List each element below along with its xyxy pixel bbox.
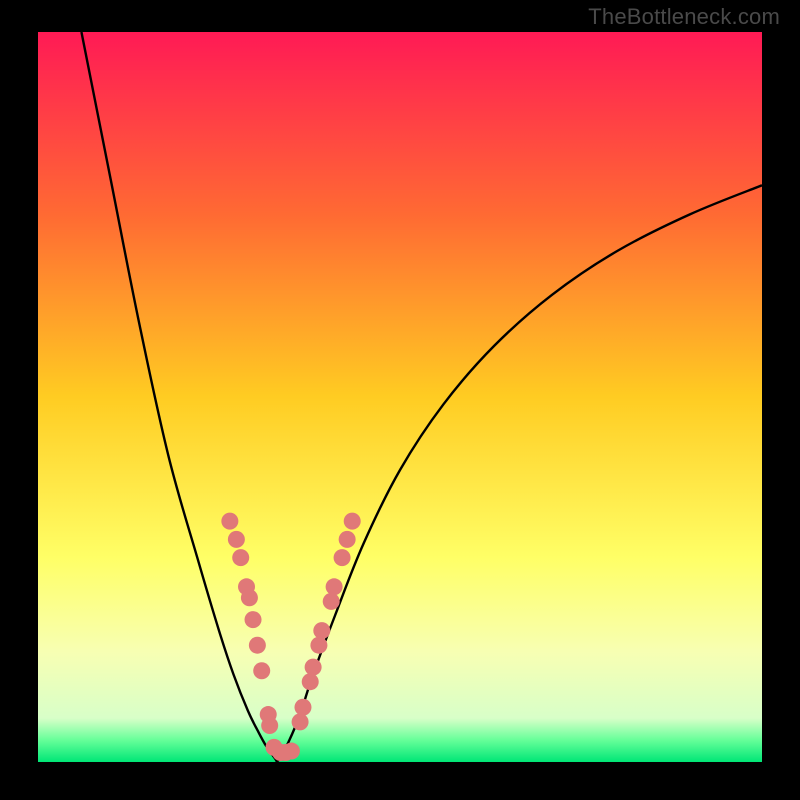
highlight-dot [232, 549, 249, 566]
chart-container: TheBottleneck.com [0, 0, 800, 800]
highlight-dot [310, 637, 327, 654]
highlight-dot [292, 713, 309, 730]
highlight-dot [253, 662, 270, 679]
watermark-text: TheBottleneck.com [588, 4, 780, 30]
highlight-dot [313, 622, 330, 639]
highlight-dot [228, 531, 245, 548]
highlight-dot [334, 549, 351, 566]
highlight-dot [221, 513, 238, 530]
highlight-dot [261, 717, 278, 734]
gradient-background [38, 32, 762, 762]
chart-svg [38, 32, 762, 762]
highlight-dot [249, 637, 266, 654]
highlight-dot [326, 578, 343, 595]
highlight-dot [245, 611, 262, 628]
highlight-dot [344, 513, 361, 530]
highlight-dot [339, 531, 356, 548]
highlight-dot [305, 659, 322, 676]
highlight-dot [283, 743, 300, 760]
plot-area [38, 32, 762, 762]
highlight-dot [294, 699, 311, 716]
highlight-dot [323, 593, 340, 610]
highlight-dot [302, 673, 319, 690]
highlight-dot [241, 589, 258, 606]
